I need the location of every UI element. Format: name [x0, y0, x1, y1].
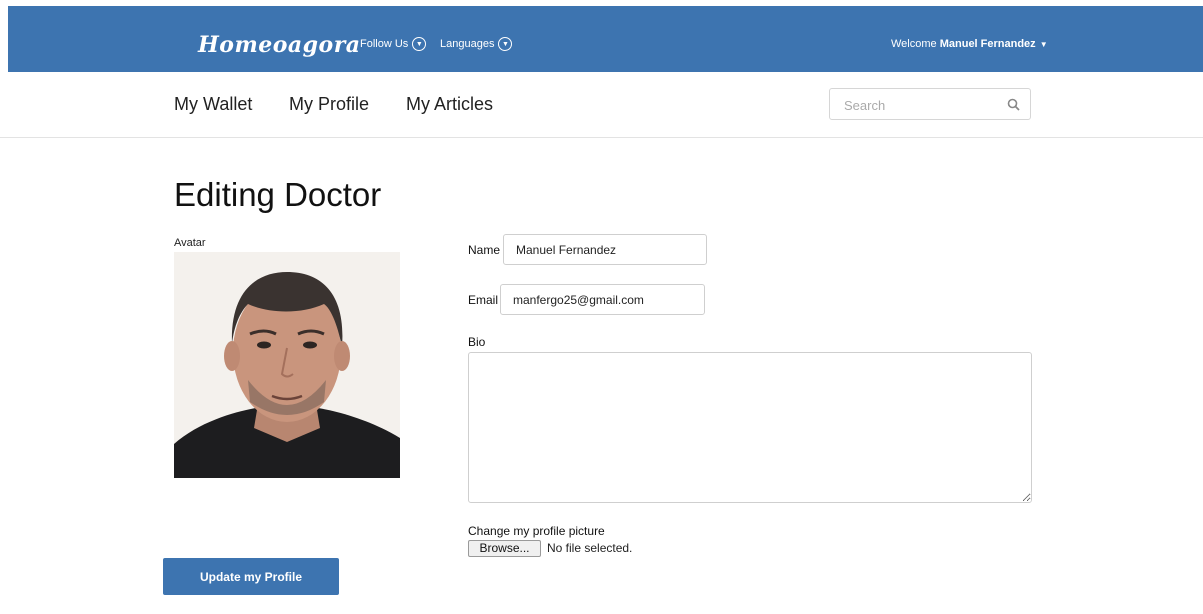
follow-us-menu[interactable]: Follow Us ▼	[360, 36, 427, 52]
avatar-label: Avatar	[174, 237, 206, 249]
languages-label: Languages	[440, 38, 495, 50]
name-field[interactable]	[503, 234, 707, 265]
email-field[interactable]	[500, 284, 705, 315]
nav-my-articles[interactable]: My Articles	[406, 93, 493, 115]
bio-label: Bio	[468, 335, 486, 349]
search-box	[829, 88, 1031, 120]
page-title: Editing Doctor	[174, 176, 382, 213]
browse-button[interactable]: Browse...	[468, 540, 541, 557]
search-input[interactable]	[842, 90, 1006, 120]
email-label: Email	[468, 293, 499, 307]
file-status-text: No file selected.	[547, 541, 633, 555]
welcome-text: Welcome	[891, 38, 937, 50]
name-label: Name	[468, 243, 501, 257]
avatar-photo	[174, 252, 400, 478]
chevron-down-icon: ▼	[412, 37, 427, 51]
nav-my-wallet[interactable]: My Wallet	[174, 93, 252, 115]
nav-my-profile[interactable]: My Profile	[289, 93, 369, 115]
caret-down-icon: ▼	[1039, 40, 1048, 49]
profile-picture-label: Change my profile picture	[468, 524, 605, 538]
search-icon[interactable]	[1007, 98, 1020, 111]
chevron-down-icon: ▼	[498, 37, 513, 51]
site-logo[interactable]: Homeoagora	[198, 31, 361, 59]
main-nav: My Wallet My Profile My Articles	[0, 72, 1203, 138]
user-menu[interactable]: Welcome Manuel Fernandez ▼	[891, 36, 1048, 53]
languages-menu[interactable]: Languages ▼	[440, 36, 513, 52]
bio-textarea[interactable]	[468, 352, 1032, 503]
avatar	[174, 252, 400, 478]
follow-us-label: Follow Us	[360, 38, 409, 50]
user-name: Manuel Fernandez	[939, 38, 1036, 50]
top-bar: Homeoagora Follow Us ▼ Languages ▼ Welco…	[8, 6, 1203, 72]
update-profile-button[interactable]: Update my Profile	[163, 558, 339, 595]
